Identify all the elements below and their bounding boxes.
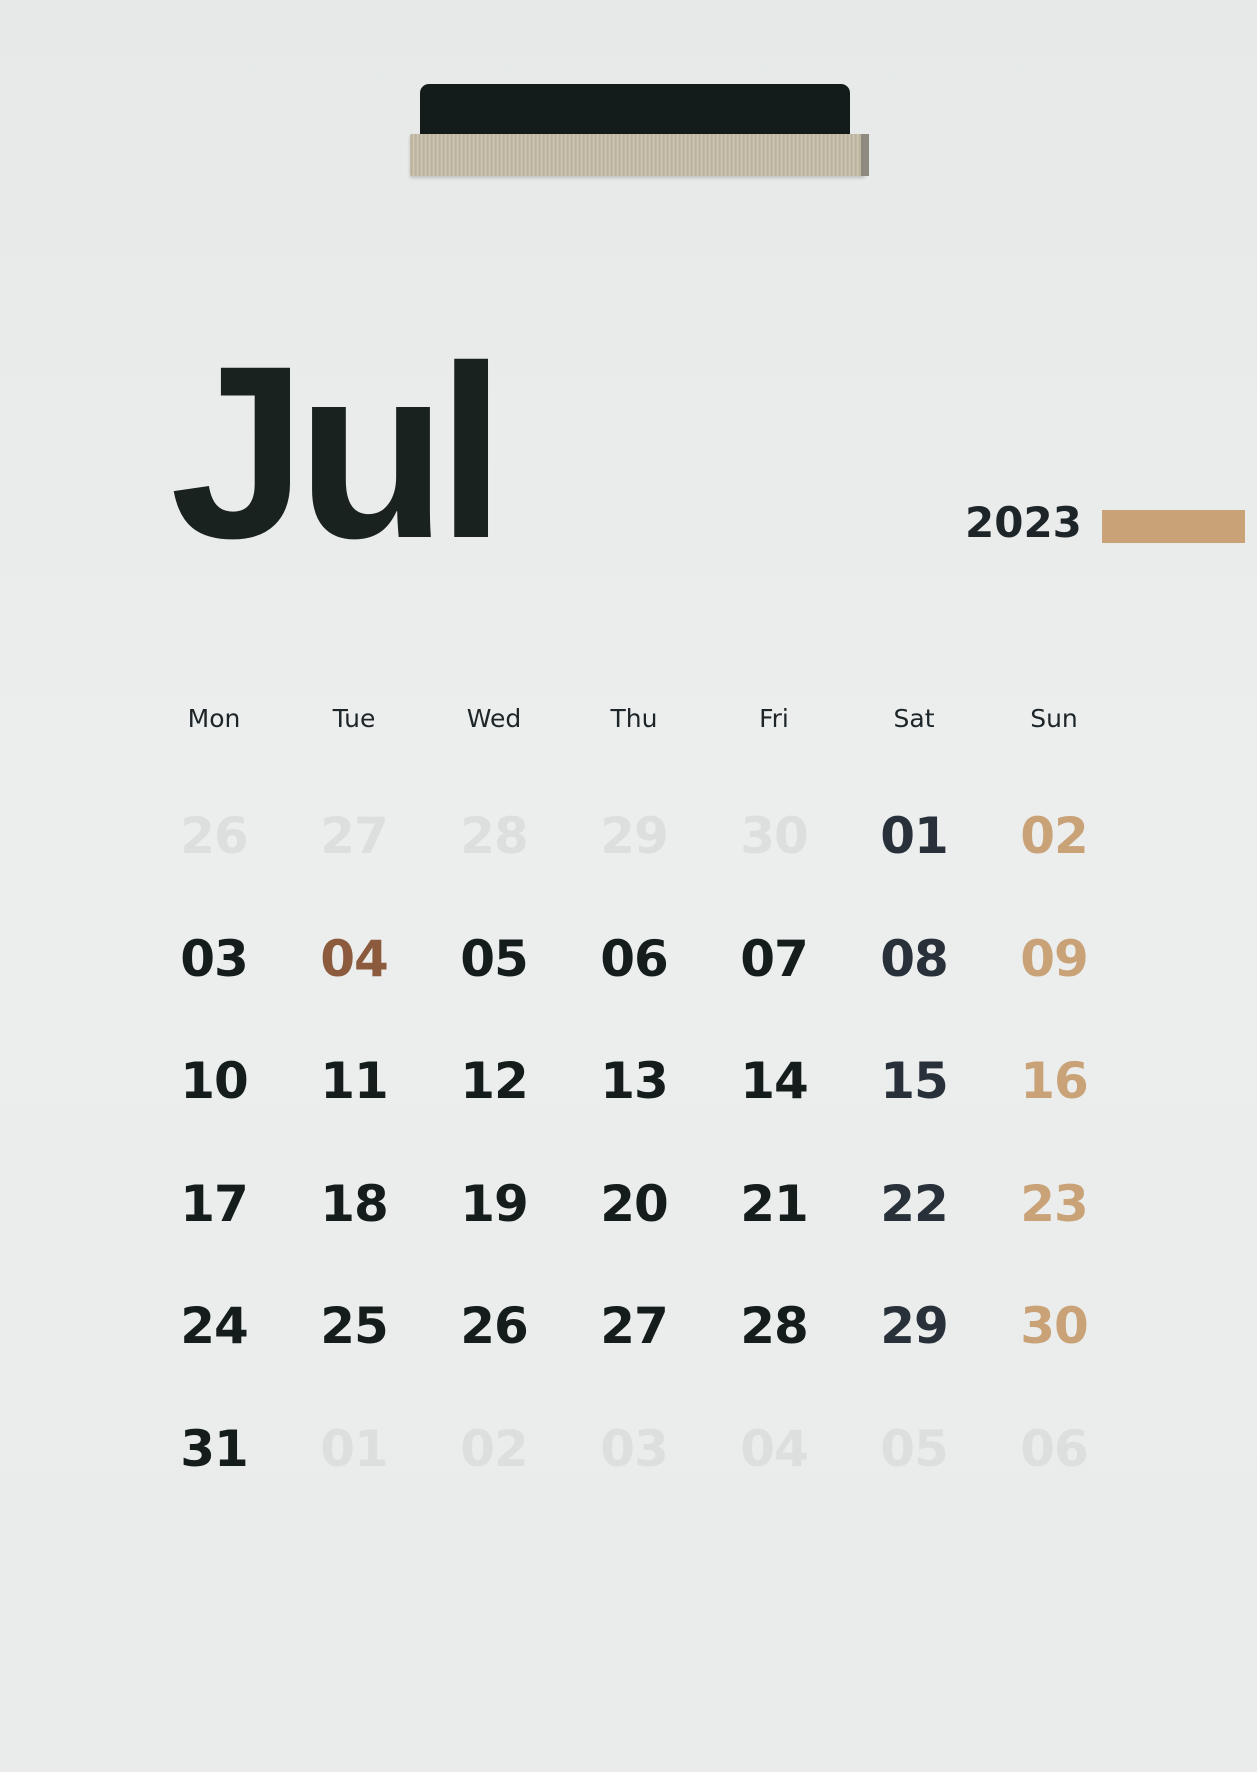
day-cell: 16 [1020, 1052, 1089, 1110]
day-cell: 05 [460, 929, 529, 988]
day-cell: 24 [180, 1297, 249, 1355]
day-cell-outside: 30 [740, 807, 809, 865]
day-cell: 19 [460, 1174, 529, 1233]
weekday-thu: Thu [610, 704, 658, 733]
day-cell: 07 [740, 929, 809, 988]
day-cell: 20 [600, 1174, 669, 1233]
day-cell: 25 [320, 1297, 389, 1355]
day-cell: 11 [320, 1052, 389, 1110]
day-cell: 21 [740, 1174, 809, 1233]
weekday-mon: Mon [187, 704, 241, 733]
day-cell: 12 [460, 1052, 529, 1110]
weekday-sat: Sat [893, 704, 935, 733]
day-cell: 04 [320, 929, 389, 988]
day-cell: 23 [1020, 1174, 1089, 1233]
day-cell-outside: 27 [320, 807, 389, 865]
weekday-tue: Tue [332, 704, 376, 733]
day-cell: 06 [600, 929, 669, 988]
day-cell: 15 [880, 1052, 949, 1110]
day-cell: 22 [880, 1174, 949, 1233]
year-label: 2023 [965, 498, 1082, 547]
day-cell-outside: 02 [460, 1419, 529, 1478]
day-cell: 08 [880, 929, 949, 988]
hanger-strip [410, 134, 869, 176]
day-cell: 17 [180, 1174, 249, 1233]
day-cell-outside: 06 [1020, 1419, 1089, 1478]
day-cell: 03 [180, 929, 249, 988]
month-title: Jul [170, 315, 505, 590]
day-cell: 29 [880, 1297, 949, 1355]
day-cell: 02 [1020, 807, 1089, 865]
day-cell: 18 [320, 1174, 389, 1233]
day-cell: 01 [880, 807, 949, 865]
day-cell: 26 [460, 1297, 529, 1355]
day-cell-outside: 01 [320, 1419, 389, 1478]
day-cell: 14 [740, 1052, 809, 1110]
day-cell-outside: 05 [880, 1419, 949, 1478]
calendar-page: Jul 2023 Mon Tue Wed Thu Fri Sat Sun 26 27 28 29 3… [0, 0, 1257, 1772]
day-cell-outside: 29 [600, 807, 669, 865]
day-cell: 09 [1020, 929, 1089, 988]
day-cell-outside: 03 [600, 1419, 669, 1478]
day-cell: 31 [180, 1419, 249, 1478]
day-cell-outside: 04 [740, 1419, 809, 1478]
day-cell: 13 [600, 1052, 669, 1110]
days-grid: 26 27 28 29 30 01 02 03 04 05 06 07 08 09 10 11 12 13 14 15… [144, 806, 1124, 1541]
day-cell: 30 [1020, 1297, 1089, 1355]
weekday-header: Mon Tue Wed Thu Fri Sat Sun [144, 704, 1124, 733]
day-cell: 28 [740, 1297, 809, 1355]
weekday-fri: Fri [759, 704, 789, 733]
year-accent-bar [1102, 510, 1245, 543]
day-cell-outside: 28 [460, 807, 529, 865]
weekday-wed: Wed [466, 704, 522, 733]
day-cell: 27 [600, 1297, 669, 1355]
weekday-sun: Sun [1030, 704, 1078, 733]
day-cell-outside: 26 [180, 807, 249, 865]
day-cell: 10 [180, 1052, 249, 1110]
